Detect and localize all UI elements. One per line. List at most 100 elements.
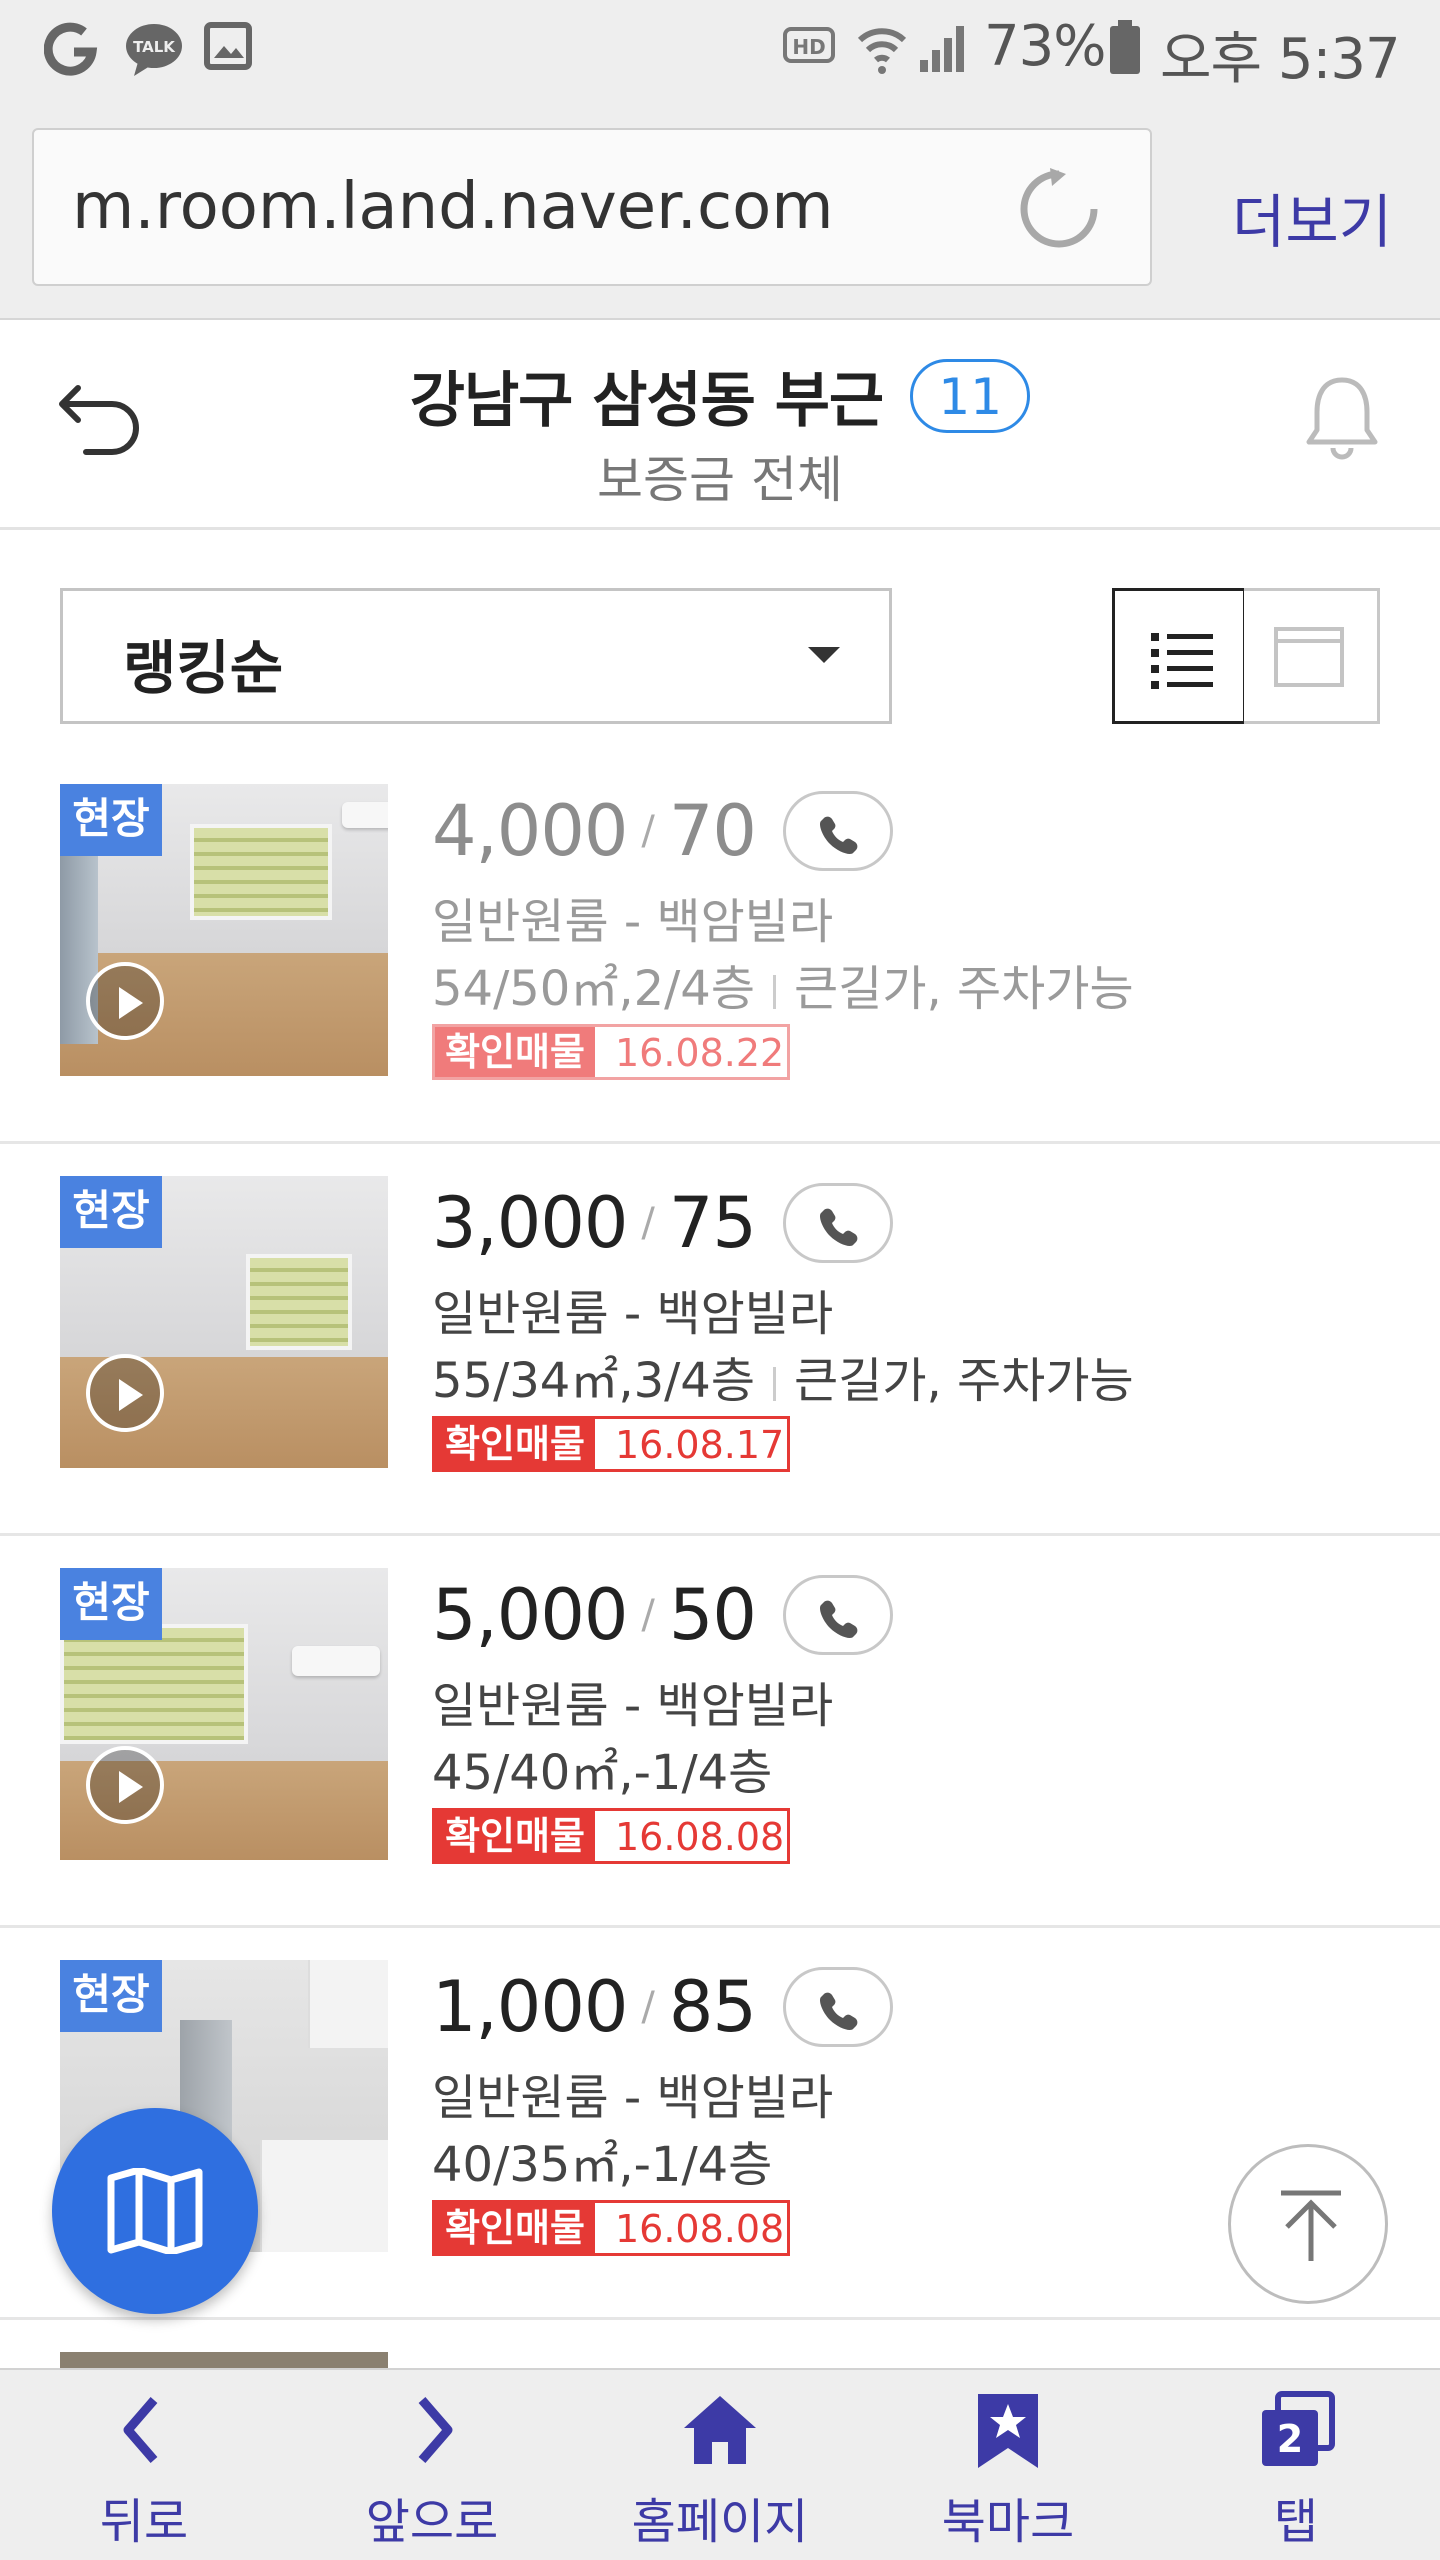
play-video-icon[interactable]: [86, 1746, 164, 1824]
price-separator: /: [641, 1200, 655, 1246]
svg-text:HD: HD: [792, 35, 825, 59]
price-separator: /: [641, 808, 655, 854]
list-view-button[interactable]: [1112, 588, 1246, 724]
deposit-filter-subtitle[interactable]: 보증금 전체: [0, 440, 1440, 512]
hd-icon: HD: [783, 27, 835, 63]
verified-label: 확인매물: [435, 1811, 595, 1861]
nav-back[interactable]: 뒤로: [0, 2370, 288, 2560]
card-view-icon: [1274, 627, 1344, 687]
map-icon: [107, 2168, 203, 2254]
chevron-right-icon: [418, 2397, 453, 2463]
bell-icon[interactable]: [1303, 374, 1381, 460]
scroll-top-button[interactable]: [1228, 2144, 1388, 2304]
sort-dropdown[interactable]: 랭킹순: [60, 588, 892, 724]
listing-item-partial[interactable]: [0, 2304, 1440, 2372]
chevron-left-icon: [123, 2397, 158, 2463]
room-type: 일반원룸 - 백암빌라: [432, 2070, 834, 2126]
monthly-rent: 75: [668, 1182, 757, 1264]
listing-photo[interactable]: 현장: [60, 1176, 388, 1468]
price-row: 4,000 / 70: [432, 790, 894, 876]
signal-icon: [920, 26, 964, 72]
browser-toolbar: m.room.land.naver.com 더보기: [0, 100, 1440, 320]
nav-home-label: 홈페이지: [631, 2494, 809, 2550]
call-button[interactable]: [783, 1967, 894, 2047]
reload-icon[interactable]: [1016, 166, 1102, 252]
listing-item[interactable]: 현장 5,000 / 50 일반원룸 - 백암빌라 45/40㎡,-1/4층 확인매…: [0, 1536, 1440, 1928]
onsite-tag: 현장: [60, 1176, 162, 1248]
area-floor: 45/40㎡,-1/4층: [432, 1745, 773, 1801]
nav-bookmark-label: 북마크: [941, 2494, 1075, 2550]
nav-tabs[interactable]: 2 탭: [1152, 2370, 1440, 2560]
carrier-g-icon: [44, 22, 98, 76]
play-video-icon[interactable]: [86, 1354, 164, 1432]
room-type: 일반원룸 - 백암빌라: [432, 1678, 834, 1734]
monthly-rent: 85: [668, 1966, 757, 2048]
wifi-icon: [857, 28, 907, 74]
browser-bottom-nav: 뒤로 앞으로 홈페이지 북마크 2 탭: [0, 2368, 1440, 2560]
result-count-badge: 11: [910, 358, 1031, 433]
nav-forward-label: 앞으로: [365, 2494, 499, 2550]
gallery-icon: [204, 22, 252, 70]
deposit-price: 3,000: [432, 1182, 628, 1264]
page-header: 강남구 삼성동 부근 11 보증금 전체: [0, 322, 1440, 530]
more-button[interactable]: 더보기: [1232, 175, 1392, 259]
nav-bookmark[interactable]: 북마크: [864, 2370, 1152, 2560]
deposit-price: 1,000: [432, 1966, 628, 2048]
deposit-price: 4,000: [432, 790, 628, 872]
verified-badge: 확인매물 16.08.17: [432, 1416, 790, 1472]
verified-badge: 확인매물 16.08.08: [432, 2200, 790, 2256]
room-type: 일반원룸 - 백암빌라: [432, 894, 834, 950]
caret-down-icon: [808, 647, 840, 663]
play-video-icon[interactable]: [86, 962, 164, 1040]
sort-row: 랭킹순: [0, 560, 1440, 726]
page-title: 강남구 삼성동 부근: [409, 366, 884, 436]
price-separator: /: [641, 1984, 655, 2030]
room-spec: 45/40㎡,-1/4층: [432, 1733, 772, 1803]
room-spec: 54/50㎡,2/4층 큰길가, 주차가능: [432, 949, 1134, 1019]
listing-item[interactable]: 현장 4,000 / 70 일반원룸 - 백암빌라 54/50㎡,2/4층 큰길가, …: [0, 752, 1440, 1144]
sort-selected-label: 랭킹순: [123, 634, 284, 702]
nav-forward[interactable]: 앞으로: [288, 2370, 576, 2560]
nav-home[interactable]: 홈페이지: [576, 2370, 864, 2560]
bookmark-icon: [978, 2394, 1038, 2468]
list-view-icon: [1151, 633, 1213, 689]
listing-photo[interactable]: 현장: [60, 1568, 388, 1860]
battery-icon: [1110, 20, 1140, 74]
status-bar: TALK HD 73% 오후 5:37: [0, 0, 1440, 100]
price-row: 3,000 / 75: [432, 1182, 894, 1268]
area-floor: 55/34㎡,3/4층: [432, 1353, 755, 1409]
spec-divider: [773, 975, 776, 1009]
verified-date: 16.08.08: [615, 2207, 785, 2251]
verified-label: 확인매물: [435, 1027, 595, 1077]
arrow-up-icon: [1281, 2190, 1341, 2261]
verified-date: 16.08.22: [615, 1031, 785, 1075]
room-type: 일반원룸 - 백암빌라: [432, 1286, 834, 1342]
url-text[interactable]: m.room.land.naver.com: [72, 170, 834, 244]
onsite-tag: 현장: [60, 784, 162, 856]
verified-label: 확인매물: [435, 1419, 595, 1469]
area-floor: 40/35㎡,-1/4층: [432, 2137, 773, 2193]
title-wrap: 강남구 삼성동 부근 11: [0, 352, 1440, 439]
map-view-button[interactable]: [52, 2108, 258, 2314]
price-separator: /: [641, 1592, 655, 1638]
listing-photo[interactable]: 현장: [60, 784, 388, 1076]
phone-icon: [820, 1600, 858, 1638]
card-view-button[interactable]: [1244, 588, 1380, 724]
deposit-price: 5,000: [432, 1574, 628, 1656]
battery-percent: 73%: [984, 14, 1106, 79]
verified-badge: 확인매물 16.08.22: [432, 1024, 790, 1080]
features: 큰길가, 주차가능: [794, 1353, 1134, 1409]
phone-icon: [820, 1208, 858, 1246]
call-button[interactable]: [783, 791, 894, 871]
features: 큰길가, 주차가능: [794, 961, 1134, 1017]
listing-item[interactable]: 현장 3,000 / 75 일반원룸 - 백암빌라 55/34㎡,3/4층 큰길가, …: [0, 1144, 1440, 1536]
verified-date: 16.08.17: [615, 1423, 785, 1467]
price-row: 5,000 / 50: [432, 1574, 894, 1660]
address-bar[interactable]: m.room.land.naver.com: [32, 128, 1152, 286]
call-button[interactable]: [783, 1183, 894, 1263]
phone-icon: [820, 1992, 858, 2030]
monthly-rent: 50: [668, 1574, 757, 1656]
verified-date: 16.08.08: [615, 1815, 785, 1859]
nav-back-label: 뒤로: [99, 2494, 189, 2550]
call-button[interactable]: [783, 1575, 894, 1655]
